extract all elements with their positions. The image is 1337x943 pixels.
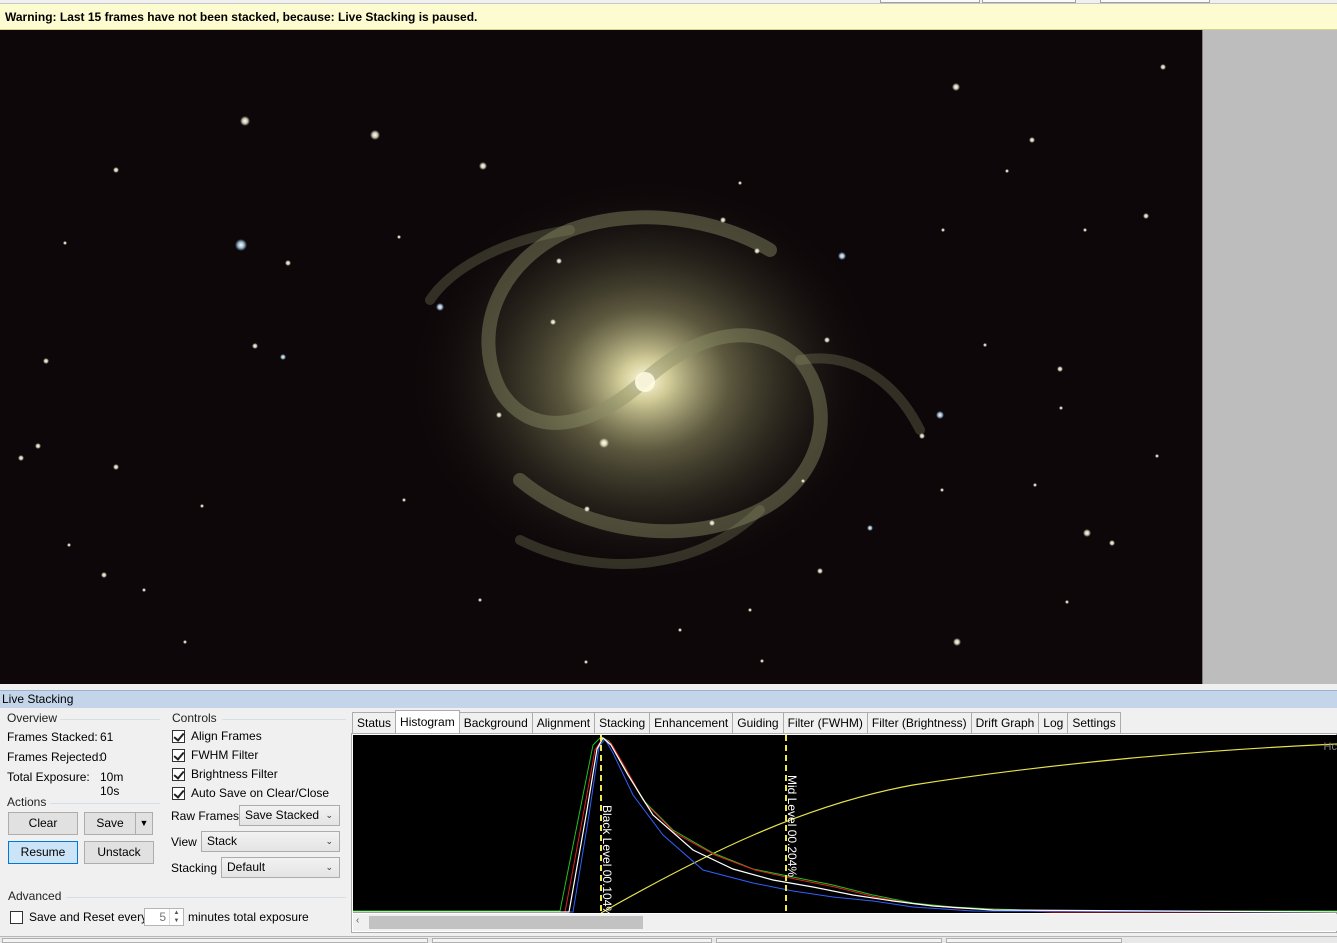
raw-frames-select[interactable]: Save Stacked ⌄	[239, 805, 340, 826]
actions-label: Actions	[7, 795, 47, 809]
stacking-value: Default	[227, 860, 266, 874]
tab-enhancement[interactable]: Enhancement	[649, 712, 734, 733]
total-exposure-label: Total Exposure:	[7, 770, 90, 784]
histogram-plot[interactable]: Black Level 00.104% Mid Level 00.204% Hc	[353, 735, 1337, 913]
fwhm-filter-label: FWHM Filter	[191, 748, 259, 762]
frames-rejected-value: 0	[100, 750, 107, 764]
tab-histogram[interactable]: Histogram	[395, 710, 460, 733]
controls-divider	[222, 719, 346, 720]
auto-save-checkbox[interactable]: Auto Save on Clear/Close	[172, 784, 329, 802]
overview-divider	[60, 719, 160, 720]
histogram-scrollbar[interactable]: ‹	[353, 914, 1337, 931]
status-segment	[432, 938, 712, 943]
tab-settings[interactable]: Settings	[1067, 712, 1121, 733]
frames-stacked-value: 61	[100, 730, 114, 744]
align-frames-checkbox[interactable]: Align Frames	[172, 727, 262, 745]
advanced-label: Advanced	[8, 889, 62, 903]
warning-banner: Warning: Last 15 frames have not been st…	[0, 4, 1337, 30]
overview-label: Overview	[7, 711, 58, 725]
status-segment	[2, 938, 428, 943]
total-exposure-row: Total Exposure: 10m 10s	[7, 770, 123, 798]
brightness-filter-checkbox[interactable]: Brightness Filter	[172, 765, 278, 783]
top-tab-stub[interactable]	[1100, 0, 1210, 3]
tab-log[interactable]: Log	[1038, 712, 1069, 733]
scroll-left-icon[interactable]: ‹	[356, 915, 359, 926]
frames-rejected-row: Frames Rejected: 0	[7, 750, 107, 764]
tab-strip: Status Histogram Background Alignment St…	[352, 710, 1121, 733]
top-tab-stub[interactable]	[982, 0, 1076, 3]
tab-drift-graph[interactable]: Drift Graph	[970, 712, 1040, 733]
auto-save-label: Auto Save on Clear/Close	[191, 786, 330, 800]
bottom-status-strip	[0, 936, 1337, 943]
tab-filter-fwhm[interactable]: Filter (FWHM)	[782, 712, 868, 733]
histogram-blue-line	[353, 738, 1337, 913]
tab-alignment[interactable]: Alignment	[531, 712, 596, 733]
save-reset-check[interactable]	[10, 910, 23, 924]
histogram-red-line	[353, 737, 1337, 913]
brightness-filter-check[interactable]	[172, 767, 185, 781]
scrollbar-thumb[interactable]	[369, 916, 643, 929]
stretch-curve	[600, 743, 1337, 913]
stacking-select[interactable]: Default ⌄	[221, 857, 340, 878]
frames-stacked-row: Frames Stacked: 61	[7, 730, 113, 744]
histogram-white-line	[353, 737, 1337, 913]
histogram-panel: Black Level 00.104% Mid Level 00.204% Hc…	[351, 733, 1337, 933]
panel-title: Live Stacking	[0, 690, 1337, 708]
view-select[interactable]: Stack ⌄	[201, 831, 340, 852]
status-segment	[946, 938, 1122, 943]
histogram-green-line	[353, 736, 1337, 912]
chevron-down-icon: ⌄	[325, 862, 333, 872]
tab-stacking[interactable]: Stacking	[594, 712, 651, 733]
spinner-down-icon[interactable]: ▼	[169, 917, 183, 925]
status-segment	[716, 938, 942, 943]
brightness-filter-label: Brightness Filter	[191, 767, 278, 781]
fwhm-filter-check[interactable]	[172, 748, 185, 762]
black-level-label: Black Level 00.104%	[600, 805, 614, 913]
chevron-down-icon: ▼	[139, 818, 149, 828]
stacking-label: Stacking	[171, 861, 218, 875]
tab-filter-brightness[interactable]: Filter (Brightness)	[866, 712, 972, 733]
save-reset-label: Save and Reset every	[29, 910, 148, 924]
tab-background[interactable]: Background	[458, 712, 533, 733]
save-reset-minutes-spinner[interactable]: 5 ▲ ▼	[144, 908, 184, 926]
spinner-up-icon[interactable]: ▲	[169, 909, 183, 917]
save-reset-checkbox[interactable]: Save and Reset every	[10, 908, 147, 926]
fwhm-filter-checkbox[interactable]: FWHM Filter	[172, 746, 258, 764]
save-button[interactable]: Save	[84, 812, 136, 835]
view-value: Stack	[207, 834, 238, 848]
total-exposure-value: 10m 10s	[100, 770, 124, 798]
histogram-corner-label: Hc	[1323, 741, 1337, 753]
view-label: View	[171, 835, 197, 849]
chevron-down-icon: ⌄	[325, 810, 333, 820]
align-frames-label: Align Frames	[191, 729, 262, 743]
stacked-image[interactable]	[0, 30, 1202, 684]
clear-button[interactable]: Clear	[8, 812, 78, 835]
align-frames-check[interactable]	[172, 729, 185, 743]
mid-level-label: Mid Level 00.204%	[785, 775, 799, 878]
raw-frames-value: Save Stacked	[245, 808, 320, 822]
save-reset-minutes-value[interactable]: 5	[159, 910, 166, 924]
tab-status[interactable]: Status	[352, 712, 397, 733]
chevron-down-icon: ⌄	[325, 836, 333, 846]
raw-frames-label: Raw Frames	[171, 809, 240, 823]
save-reset-suffix: minutes total exposure	[188, 910, 309, 924]
unstack-button[interactable]: Unstack	[84, 841, 154, 864]
auto-save-check[interactable]	[172, 786, 185, 800]
controls-label: Controls	[172, 711, 217, 725]
frames-stacked-label: Frames Stacked:	[7, 730, 98, 744]
resume-button[interactable]: Resume	[8, 841, 78, 864]
frames-rejected-label: Frames Rejected:	[7, 750, 102, 764]
top-tab-stub[interactable]	[880, 0, 980, 3]
live-stacking-panel: Overview Frames Stacked: 61 Frames Rejec…	[0, 708, 1337, 936]
image-viewer[interactable]	[0, 30, 1337, 684]
advanced-divider	[66, 897, 346, 898]
viewer-gutter	[1202, 30, 1337, 684]
save-dropdown-button[interactable]: ▼	[135, 812, 153, 835]
tab-guiding[interactable]: Guiding	[732, 712, 784, 733]
actions-divider	[50, 803, 160, 804]
